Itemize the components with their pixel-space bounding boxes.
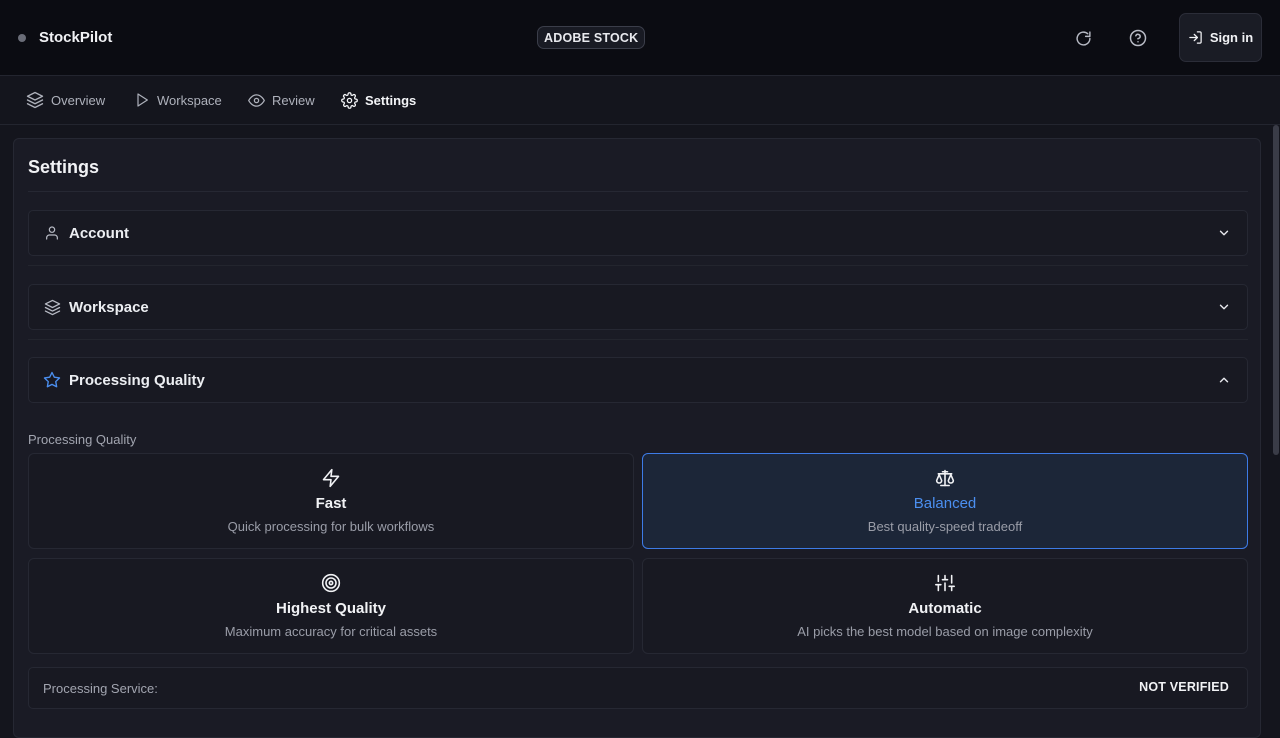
section-label: Processing Quality xyxy=(69,371,205,389)
status-dot xyxy=(18,33,26,42)
star-icon xyxy=(43,371,61,389)
target-icon xyxy=(29,573,633,593)
service-label: Processing Service: xyxy=(43,681,158,696)
refresh-button[interactable] xyxy=(1071,26,1095,50)
chevron-up-icon xyxy=(1217,373,1231,387)
processing-service-row: Processing Service: NOT VERIFIED xyxy=(28,667,1248,709)
eye-icon xyxy=(248,93,265,107)
chevron-down-icon xyxy=(1217,300,1231,314)
scale-icon xyxy=(643,468,1247,488)
settings-panel: Settings Account Workspace Processing Qu… xyxy=(13,138,1261,738)
layers-icon xyxy=(43,298,61,316)
help-button[interactable] xyxy=(1126,26,1150,50)
section-label: Account xyxy=(69,224,129,242)
option-title: Highest Quality xyxy=(275,600,387,617)
tab-label: Settings xyxy=(365,92,417,108)
option-description: AI picks the best model based on image c… xyxy=(797,624,1093,639)
sliders-icon xyxy=(643,573,1247,593)
zap-icon xyxy=(29,468,633,488)
user-icon xyxy=(43,224,61,242)
quality-option-automatic[interactable]: Automatic AI picks the best model based … xyxy=(642,558,1248,654)
tab-review[interactable]: Review xyxy=(248,90,315,110)
sign-in-button[interactable]: Sign in xyxy=(1179,13,1262,62)
page-title: Settings xyxy=(28,157,100,177)
nav-tabs: Overview Workspace Review Settings xyxy=(0,76,1280,125)
option-description: Best quality-speed tradeoff xyxy=(867,519,1023,534)
scrollbar-thumb[interactable] xyxy=(1273,125,1279,455)
option-description: Maximum accuracy for critical assets xyxy=(224,624,438,639)
layers-icon xyxy=(26,91,44,109)
platform-badge: ADOBE STOCK xyxy=(537,26,646,49)
refresh-icon xyxy=(1075,30,1091,46)
section-label: Workspace xyxy=(69,298,149,316)
option-title: Balanced xyxy=(913,495,977,512)
divider xyxy=(28,191,1248,192)
help-icon xyxy=(1129,29,1147,47)
app-name: StockPilot xyxy=(39,29,113,46)
log-in-icon xyxy=(1189,31,1202,44)
tab-settings[interactable]: Settings xyxy=(341,90,416,110)
section-processing-quality[interactable]: Processing Quality xyxy=(28,357,1248,403)
tab-overview[interactable]: Overview xyxy=(26,90,105,110)
tab-label: Overview xyxy=(51,92,106,108)
option-description: Quick processing for bulk workflows xyxy=(227,519,435,534)
sign-in-label: Sign in xyxy=(1209,30,1254,45)
option-title: Fast xyxy=(315,495,347,512)
tab-workspace[interactable]: Workspace xyxy=(134,90,222,110)
section-account[interactable]: Account xyxy=(28,210,1248,256)
quality-option-balanced[interactable]: Balanced Best quality-speed tradeoff xyxy=(642,453,1248,549)
divider xyxy=(28,339,1248,340)
quality-option-fast[interactable]: Fast Quick processing for bulk workflows xyxy=(28,453,634,549)
gear-icon xyxy=(341,91,358,109)
chevron-down-icon xyxy=(1217,226,1231,240)
quality-option-highest[interactable]: Highest Quality Maximum accuracy for cri… xyxy=(28,558,634,654)
divider xyxy=(28,265,1248,266)
status-badge: NOT VERIFIED xyxy=(1139,680,1229,694)
tab-label: Review xyxy=(272,92,315,108)
top-bar: StockPilot ADOBE STOCK Sign in xyxy=(0,0,1280,76)
option-title: Automatic xyxy=(908,600,982,617)
section-workspace[interactable]: Workspace xyxy=(28,284,1248,330)
play-icon xyxy=(137,93,148,107)
quality-group-label: Processing Quality xyxy=(28,432,137,447)
brand[interactable]: StockPilot xyxy=(18,29,112,46)
tab-label: Workspace xyxy=(157,92,222,108)
